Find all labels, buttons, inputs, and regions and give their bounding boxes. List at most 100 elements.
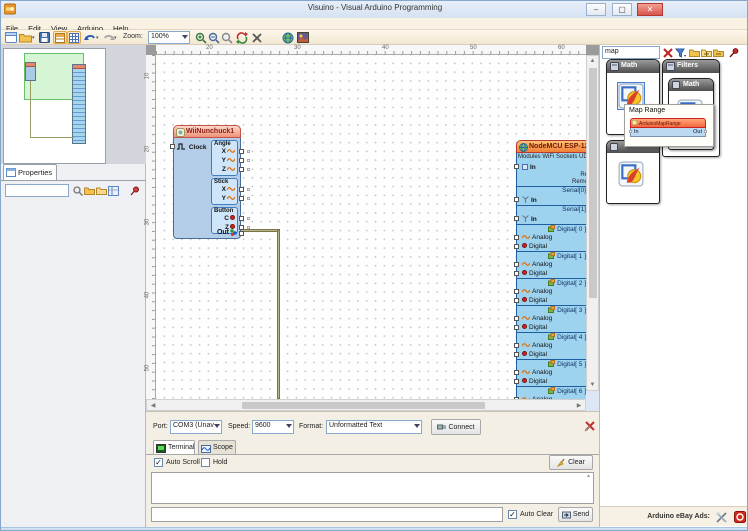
- properties-view-icon[interactable]: [108, 185, 119, 196]
- pin-digital2-analog[interactable]: Analog: [514, 287, 586, 296]
- pin-angle-z[interactable]: Z: [213, 165, 250, 174]
- terminal-scroll-up-icon[interactable]: ▲: [586, 473, 591, 479]
- minimize-button[interactable]: –: [586, 3, 606, 16]
- clear-button[interactable]: Clear: [549, 455, 593, 470]
- map-range-component-icon[interactable]: [618, 161, 646, 189]
- auto-clear-checkbox[interactable]: ✓ Auto Clear: [508, 510, 553, 519]
- pin-socket[interactable]: [514, 235, 519, 240]
- collapse-folders-icon[interactable]: [713, 47, 724, 58]
- pin-stick-x[interactable]: X: [213, 185, 250, 194]
- pin-digital4-analog[interactable]: Analog: [514, 341, 586, 350]
- properties-collapse-icon[interactable]: [96, 185, 107, 196]
- canvas-vscrollbar[interactable]: ▲ ▼: [586, 55, 599, 391]
- ads-stop-icon[interactable]: [734, 511, 746, 523]
- open-project-icon[interactable]: [18, 31, 32, 44]
- pin-stick-y[interactable]: Y: [213, 194, 250, 203]
- pin-serial0-in[interactable]: In: [514, 195, 586, 205]
- wiinunchuck-block[interactable]: WiiNunchuck1 Clock Angle X Y Z Stick X Y Button…: [170, 125, 250, 239]
- pin-digital1-digital[interactable]: Digital: [514, 269, 586, 278]
- zoom-reset-icon[interactable]: [220, 31, 234, 44]
- pin-in[interactable]: In: [514, 162, 586, 172]
- pin-digital0-digital[interactable]: Digital: [514, 242, 586, 251]
- pin-socket[interactable]: [239, 167, 244, 172]
- component-search-input[interactable]: map: [602, 46, 660, 59]
- disconnect-icon[interactable]: [584, 420, 596, 432]
- toggle-toolbox-icon[interactable]: [53, 31, 67, 44]
- pin-socket[interactable]: [514, 316, 519, 321]
- pin-digital2-digital[interactable]: Digital: [514, 296, 586, 305]
- speed-combobox[interactable]: 9600: [252, 420, 294, 434]
- globe-icon[interactable]: [281, 31, 295, 44]
- pin-socket[interactable]: [239, 187, 244, 192]
- design-canvas[interactable]: WiiNunchuck1 Clock Angle X Y Z Stick X Y Button…: [156, 55, 586, 399]
- pin-angle-x[interactable]: X: [213, 147, 250, 156]
- scroll-right-icon[interactable]: ▶: [575, 401, 583, 411]
- pin-socket[interactable]: [514, 164, 519, 169]
- zoom-combobox[interactable]: 100%: [148, 31, 190, 44]
- out-pin-socket[interactable]: [239, 231, 244, 236]
- new-folder-icon[interactable]: [689, 47, 700, 58]
- pin-socket[interactable]: [514, 244, 519, 249]
- expand-folders-icon[interactable]: [701, 47, 712, 58]
- pin-socket[interactable]: [514, 289, 519, 294]
- pin-socket[interactable]: [239, 216, 244, 221]
- category-panel-partial[interactable]: [606, 140, 660, 204]
- pin-socket[interactable]: [514, 271, 519, 276]
- redo-icon[interactable]: [101, 31, 115, 44]
- canvas-hscrollbar[interactable]: ◀ ▶: [146, 399, 586, 411]
- out-pin[interactable]: Out: [217, 229, 244, 236]
- nodemcu-block[interactable]: NodeMCU ESP-12 Modules WiFi Sockets UD In…: [514, 140, 586, 399]
- pin-socket[interactable]: [514, 216, 519, 221]
- vscroll-thumb[interactable]: [589, 68, 597, 298]
- auto-scroll-checkbox[interactable]: ✓ Auto Scroll: [154, 458, 200, 467]
- pin-socket[interactable]: [514, 379, 519, 384]
- toolbox-pin-icon[interactable]: [728, 47, 739, 58]
- pin-socket[interactable]: [514, 298, 519, 303]
- save-project-icon[interactable]: [37, 31, 51, 44]
- connection-wire[interactable]: [277, 229, 280, 399]
- close-button[interactable]: ✕: [637, 3, 663, 16]
- redo-dropdown-icon[interactable]: ▾: [114, 35, 117, 41]
- pin-socket[interactable]: [514, 197, 519, 202]
- pin-digital3-analog[interactable]: Analog: [514, 314, 586, 323]
- pin-angle-y[interactable]: Y: [213, 156, 250, 165]
- clear-search-icon[interactable]: [662, 47, 673, 58]
- pin-digital3-digital[interactable]: Digital: [514, 323, 586, 332]
- properties-filter-input[interactable]: [5, 184, 69, 197]
- pin-serial1-in[interactable]: In: [514, 214, 586, 224]
- hscroll-thumb[interactable]: [242, 402, 485, 409]
- pin-socket[interactable]: [239, 225, 244, 230]
- pin-digital5-analog[interactable]: Analog: [514, 368, 586, 377]
- image-icon[interactable]: [296, 31, 310, 44]
- zoom-in-icon[interactable]: [194, 31, 208, 44]
- connect-button[interactable]: Connect: [431, 419, 481, 435]
- pin-digital5-digital[interactable]: Digital: [514, 377, 586, 386]
- refresh-icon[interactable]: [235, 31, 249, 44]
- pin-digital4-digital[interactable]: Digital: [514, 350, 586, 359]
- properties-expand-icon[interactable]: [84, 185, 95, 196]
- undo-icon[interactable]: [83, 31, 97, 44]
- clock-pin[interactable]: Clock: [170, 143, 207, 151]
- send-button[interactable]: Send: [558, 507, 593, 522]
- clock-pin-socket[interactable]: [170, 144, 175, 149]
- new-project-icon[interactable]: [4, 31, 18, 44]
- terminal-output[interactable]: [151, 472, 594, 504]
- overview-minimap[interactable]: [3, 48, 106, 164]
- tab-properties[interactable]: Properties: [3, 164, 57, 180]
- scroll-up-icon[interactable]: ▲: [587, 56, 598, 66]
- filter-icon[interactable]: [675, 47, 686, 58]
- toggle-grid-icon[interactable]: [67, 31, 81, 44]
- scroll-left-icon[interactable]: ◀: [149, 401, 157, 411]
- delete-icon[interactable]: [250, 31, 264, 44]
- ads-tools-icon[interactable]: [716, 512, 728, 523]
- zoom-out-icon[interactable]: [207, 31, 221, 44]
- pin-digital1-analog[interactable]: Analog: [514, 260, 586, 269]
- pin-digital0-analog[interactable]: Analog: [514, 233, 586, 242]
- pin-button-c[interactable]: C: [213, 214, 250, 223]
- send-input[interactable]: [151, 507, 503, 522]
- port-combobox[interactable]: COM3 (Unav: [170, 420, 222, 434]
- undo-dropdown-icon[interactable]: ▾: [96, 35, 99, 41]
- maximize-button[interactable]: ▢: [612, 3, 632, 16]
- open-dropdown-icon[interactable]: ▾: [32, 35, 35, 41]
- pin-socket[interactable]: [514, 352, 519, 357]
